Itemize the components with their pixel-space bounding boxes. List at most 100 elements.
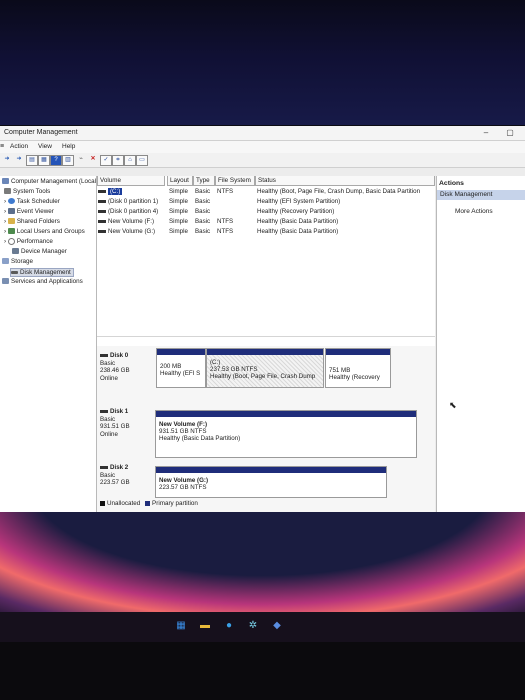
device-manager-icon [12,248,19,255]
tree-item-local-users[interactable]: › Local Users and Groups [4,228,85,235]
partition-size: 237.53 GB NTFS [210,366,258,373]
partition-c[interactable]: (C:) 237.53 GB NTFS Healthy (Boot, Page … [206,348,324,388]
menu-help[interactable]: Help [62,143,75,150]
volume-icon [98,199,106,203]
table-row[interactable]: (Disk 0 partition 1) [98,198,158,205]
toolbar: ➜ ➜ ▤ ▦ ? ▥ ⌁ ✕ ✓ ⌗ ⌂ ▭ [0,153,525,168]
menu-file-icon[interactable]: ≡ [0,143,4,150]
file-explorer-icon[interactable]: ▬ [200,621,210,631]
list-view-icon[interactable]: ▥ [62,155,74,166]
disk-2-info[interactable]: Disk 2 Basic 223.57 GB [100,464,152,487]
monitor-bezel-background [0,0,525,125]
partition-status: Healthy (Boot, Page File, Crash Dump [210,373,316,380]
folder-icon [7,218,15,225]
more-actions-link[interactable]: More Actions [455,208,493,215]
actions-section-disk-management[interactable]: Disk Management [437,190,525,200]
disk-icon [11,270,18,274]
tree-item-shared-folders[interactable]: › Shared Folders [4,218,60,225]
fs-cell: NTFS [217,218,234,225]
disk-graphical-view: Disk 0 Basic 238.46 GB Online 200 MB Hea… [97,346,435,512]
partition-size: 200 MB [160,363,182,370]
disk-1-info[interactable]: Disk 1 Basic 931.51 GB Online [100,408,152,438]
status-cell: Healthy (Recovery Partition) [257,208,335,215]
partition-label: (C:) [210,359,221,366]
partition-size: 751 MB [329,367,351,374]
tree-item-services[interactable]: Services and Applications [2,278,83,285]
menu-action[interactable]: Action [10,143,28,150]
partition-status: Healthy (Recovery [329,374,380,381]
legend-primary: Primary partition [152,500,198,507]
tree-item-storage[interactable]: Storage [2,258,33,265]
disk-size: 238.46 GB [100,367,130,374]
tree-item-device-manager[interactable]: Device Manager [12,248,67,255]
tree-item-disk-management[interactable]: Disk Management [10,268,74,277]
table-row[interactable]: New Volume (G:) [98,228,155,235]
partition-label: New Volume (F:) [159,421,208,428]
tree-item-system-tools[interactable]: System Tools [4,188,50,195]
properties-icon[interactable]: ▦ [38,155,50,166]
partition-status: Healthy (Basic Data Partition) [159,435,241,442]
volume-icon [98,209,106,213]
volume-name: (Disk 0 partition 1) [108,198,159,205]
column-header-layout[interactable]: Layout [167,176,193,186]
back-arrow-icon[interactable]: ➜ [2,155,12,164]
volume-icon [98,229,106,233]
tree-item-root[interactable]: Computer Management (Local [2,178,96,185]
chrome-icon[interactable]: ● [224,621,234,631]
tree-label: Shared Folders [16,218,60,225]
check-icon[interactable]: ✓ [100,155,112,166]
clock-icon [7,198,15,205]
rescan-icon[interactable]: ⌂ [124,155,136,166]
title-bar: Computer Management – ▢ [0,126,525,141]
tree-item-event-viewer[interactable]: › Event Viewer [4,208,54,215]
format-icon[interactable]: ⌗ [112,155,124,166]
partition-g[interactable]: New Volume (G:) 223.57 GB NTFS [155,466,387,498]
column-header-file-system[interactable]: File System [215,176,255,186]
maximize-button[interactable]: ▢ [502,127,518,139]
help-icon[interactable]: ? [50,155,62,166]
tree-label: Task Scheduler [16,198,60,205]
table-row[interactable]: New Volume (F:) [98,218,154,225]
partition-recovery[interactable]: 751 MB Healthy (Recovery [325,348,391,388]
menu-view[interactable]: View [38,143,52,150]
forward-arrow-icon[interactable]: ➜ [14,155,24,164]
actions-title: Actions [439,180,464,187]
navigation-tree: Computer Management (Local System Tools … [0,176,97,512]
windows-icon[interactable]: ▦ [176,621,186,631]
partition-legend: Unallocated Primary partition [97,500,198,507]
tree-label: Storage [11,258,34,265]
tree-item-task-scheduler[interactable]: › Task Scheduler [4,198,60,205]
tree-item-performance[interactable]: › Performance [4,238,53,245]
partition-f[interactable]: New Volume (F:) 931.51 GB NTFS Healthy (… [155,410,417,458]
delete-icon[interactable]: ✕ [88,155,98,164]
disk-size: 931.51 GB [100,423,130,430]
settings-icon[interactable]: ✲ [248,621,258,631]
column-header-volume[interactable]: Volume [97,176,165,186]
partition-size: 223.57 GB NTFS [159,484,207,491]
column-header-type[interactable]: Type [193,176,215,186]
volume-name: (C:) [108,188,123,195]
partition-efi[interactable]: 200 MB Healthy (EFI S [156,348,206,388]
layout-cell: Simple [169,188,188,195]
disk-0-info[interactable]: Disk 0 Basic 238.46 GB Online [100,352,152,382]
connect-icon[interactable]: ⌁ [76,155,86,164]
view-icon[interactable]: ▭ [136,155,148,166]
tree-label: Services and Applications [11,278,83,285]
volume-icon [98,219,106,223]
table-row[interactable]: (C:) [98,188,123,195]
layout-cell: Simple [169,198,188,205]
minimize-button[interactable]: – [478,127,494,139]
desktop-wallpaper [0,512,525,612]
app-icon[interactable]: ◆ [272,621,282,631]
disk-management-pane: Volume Layout Type File System Status (C… [97,176,435,512]
tools-icon [4,188,11,195]
table-row[interactable]: (Disk 0 partition 4) [98,208,158,215]
pane-splitter[interactable] [97,336,435,337]
disk-type: Basic [100,471,116,479]
show-tree-icon[interactable]: ▤ [26,155,38,166]
users-icon [7,228,15,235]
status-cell: Healthy (Basic Data Partition) [257,228,339,235]
column-header-status[interactable]: Status [255,176,435,186]
mouse-cursor-icon: ⬉ [449,400,457,410]
volume-list: Volume Layout Type File System Status (C… [97,176,435,326]
